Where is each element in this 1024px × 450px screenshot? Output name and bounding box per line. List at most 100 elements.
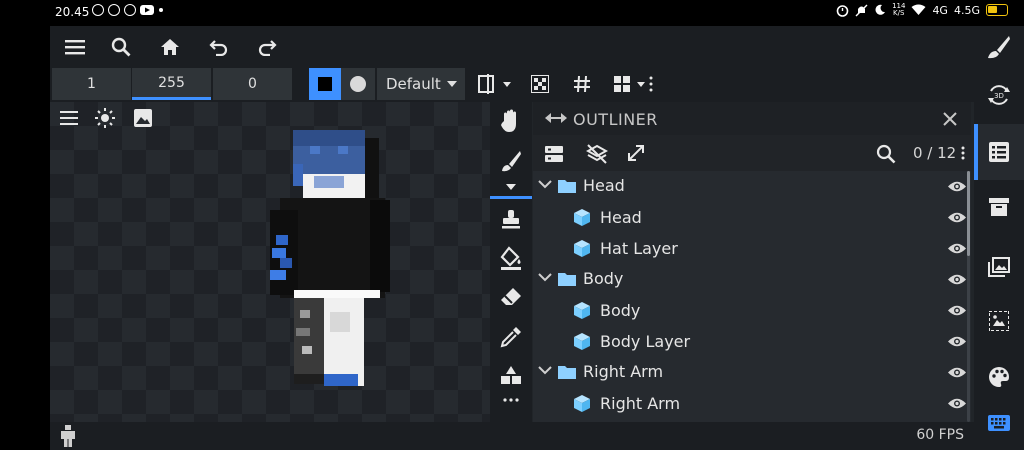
outliner-panel-button[interactable] [986, 139, 1012, 165]
color-picker-button[interactable] [499, 324, 523, 350]
hand-icon [501, 109, 516, 132]
checkerboard-icon [531, 75, 549, 93]
more-vertical-icon [961, 146, 965, 160]
blend-mode-select[interactable]: Default [377, 68, 465, 100]
eye-icon[interactable] [947, 180, 967, 193]
more-dots-icon [503, 398, 519, 402]
outliner-cube-body[interactable]: Body [533, 295, 971, 326]
checkerboard-button[interactable] [528, 72, 552, 96]
move-tool-button[interactable] [499, 108, 523, 134]
paintbrush-icon [988, 36, 1010, 59]
stamp-tool-button[interactable] [499, 206, 523, 232]
textures-panel-button[interactable] [986, 254, 1012, 280]
brush-options-button[interactable] [505, 182, 517, 192]
grid-button[interactable] [570, 72, 594, 96]
outliner-group-head[interactable]: Head [533, 171, 971, 202]
home-button[interactable] [157, 34, 183, 60]
mute-icon [855, 4, 868, 16]
outliner-scrollbar[interactable] [967, 171, 970, 422]
main-toolbar [50, 26, 974, 68]
selection-count: 0 / 12 [913, 144, 957, 162]
secondary-color-swatch[interactable] [341, 68, 375, 100]
chevron-down-icon[interactable] [538, 273, 552, 282]
eye-icon[interactable] [947, 366, 967, 379]
brush-tool-button[interactable] [499, 148, 523, 174]
close-panel-button[interactable] [940, 109, 960, 129]
system-status-bar: 20.45 114 K/S 4G 4.5G [0, 0, 1024, 26]
chevron-down-icon[interactable] [538, 366, 552, 375]
more-tools-button[interactable] [501, 394, 521, 406]
outliner-item-label: Right Arm [583, 362, 664, 381]
panel-resize-handle[interactable] [545, 110, 567, 126]
undo-icon [209, 40, 228, 56]
outliner-tree: Head Head Hat Layer Body Body Body Layer… [533, 171, 971, 419]
eye-icon[interactable] [947, 242, 967, 255]
mirror-button[interactable] [474, 72, 514, 96]
chevron-down-icon[interactable] [538, 180, 552, 189]
archive-icon [989, 198, 1009, 216]
eye-icon[interactable] [947, 273, 967, 286]
uv-panel-button[interactable] [986, 308, 1012, 334]
preview-viewport[interactable] [50, 102, 490, 422]
shape-tool-button[interactable] [499, 362, 523, 388]
undo-button[interactable] [206, 34, 232, 60]
outliner-cube-right-arm[interactable]: Right Arm [533, 388, 971, 419]
outliner-item-label: Hat Layer [600, 239, 678, 258]
outliner-header: OUTLINER [533, 102, 971, 135]
palette-icon [989, 367, 1009, 387]
model-body [270, 198, 390, 298]
person-icon [61, 425, 75, 447]
eraser-tool-button[interactable] [499, 284, 523, 310]
primary-color-swatch[interactable] [309, 68, 341, 100]
outliner-cube-hat-layer[interactable]: Hat Layer [533, 233, 971, 264]
fps-counter: 60 FPS [916, 427, 964, 443]
value-field-2[interactable]: 255 [132, 68, 211, 100]
keyboard-button[interactable] [986, 412, 1012, 434]
outliner-group-body[interactable]: Body [533, 264, 971, 295]
outliner-more-button[interactable] [960, 145, 966, 161]
outliner-cube-head[interactable]: Head [533, 202, 971, 233]
background-image-button[interactable] [132, 107, 154, 129]
value-field-1[interactable]: 1 [52, 68, 131, 100]
archive-panel-button[interactable] [986, 194, 1012, 220]
facebook-icon [124, 4, 136, 16]
paint-toolbar: 1 255 0 Default [50, 68, 974, 102]
outliner-search-button[interactable] [875, 143, 897, 165]
pose-button[interactable] [60, 425, 76, 447]
add-group-button[interactable] [543, 143, 565, 165]
lighting-button[interactable] [94, 107, 116, 129]
eye-icon[interactable] [947, 397, 967, 410]
value-field-3[interactable]: 0 [213, 68, 292, 100]
redo-icon [258, 40, 277, 56]
folder-icon [558, 366, 576, 379]
fill-tool-button[interactable] [499, 245, 523, 271]
caret-down-icon [446, 81, 457, 87]
expand-all-button[interactable] [625, 142, 647, 164]
search-icon [876, 144, 896, 164]
system-icons: 114 K/S 4G 4.5G [836, 3, 1008, 17]
list-box-icon [545, 146, 563, 162]
cube-icon [574, 395, 590, 412]
hash-grid-icon [574, 75, 590, 93]
viewport-menu-button[interactable] [58, 108, 80, 128]
eye-icon[interactable] [947, 211, 967, 224]
layers-off-icon [586, 144, 608, 164]
close-icon [943, 112, 957, 126]
redo-button[interactable] [254, 34, 280, 60]
blend-mode-value: Default [386, 75, 441, 93]
outliner-group-right-arm[interactable]: Right Arm [533, 357, 971, 388]
color-panel-button[interactable] [986, 364, 1012, 390]
menu-button[interactable] [62, 34, 88, 60]
eye-icon[interactable] [947, 335, 967, 348]
right-panel-bar: 3D [974, 26, 1024, 450]
search-button[interactable] [108, 34, 134, 60]
rotate-3d-button[interactable]: 3D [986, 82, 1012, 108]
skin-model[interactable] [270, 130, 395, 390]
toggle-visibility-button[interactable] [585, 142, 609, 166]
paint-mode-button[interactable] [986, 34, 1012, 60]
eye-icon[interactable] [947, 304, 967, 317]
clock: 20.45 [55, 5, 90, 19]
layout-button[interactable] [610, 72, 656, 96]
outliner-item-label: Body Layer [600, 332, 691, 351]
outliner-cube-body-layer[interactable]: Body Layer [533, 326, 971, 357]
